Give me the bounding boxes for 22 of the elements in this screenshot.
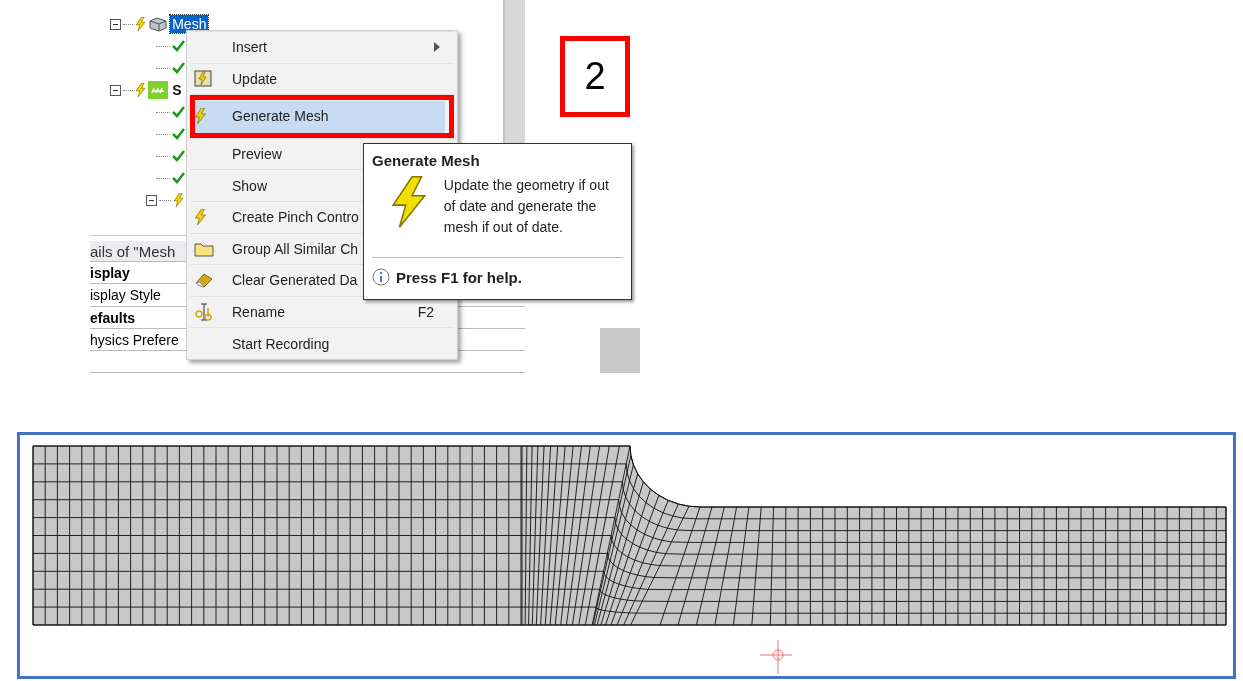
lightning-bolt-icon: [194, 108, 207, 125]
cube-mesh-icon: [148, 16, 169, 32]
tree-item[interactable]: S: [170, 81, 184, 99]
shortcut-label: F2: [417, 304, 434, 321]
collapse-toggle[interactable]: [110, 84, 121, 96]
lightning-bolt-icon: [194, 209, 207, 226]
menu-item[interactable]: Insert: [190, 31, 454, 63]
folder-icon: [194, 240, 214, 257]
grid-panel-icon: [148, 81, 169, 99]
text-cursor-icon: [194, 303, 214, 322]
crosshair-icon: [759, 639, 793, 675]
menu-item[interactable]: Start Recording: [190, 327, 454, 359]
collapse-toggle[interactable]: [110, 18, 121, 30]
menu-item[interactable]: Generate Mesh: [190, 94, 454, 138]
collapse-toggle[interactable]: [146, 194, 157, 206]
info-icon: [372, 268, 390, 286]
eraser-icon: [194, 272, 214, 289]
step-number: 2: [560, 36, 630, 117]
tree-item[interactable]: Mesh: [170, 15, 209, 33]
update-icon: [194, 70, 212, 88]
lightning-bolt-icon: [390, 175, 428, 229]
side-panel: [600, 328, 640, 373]
